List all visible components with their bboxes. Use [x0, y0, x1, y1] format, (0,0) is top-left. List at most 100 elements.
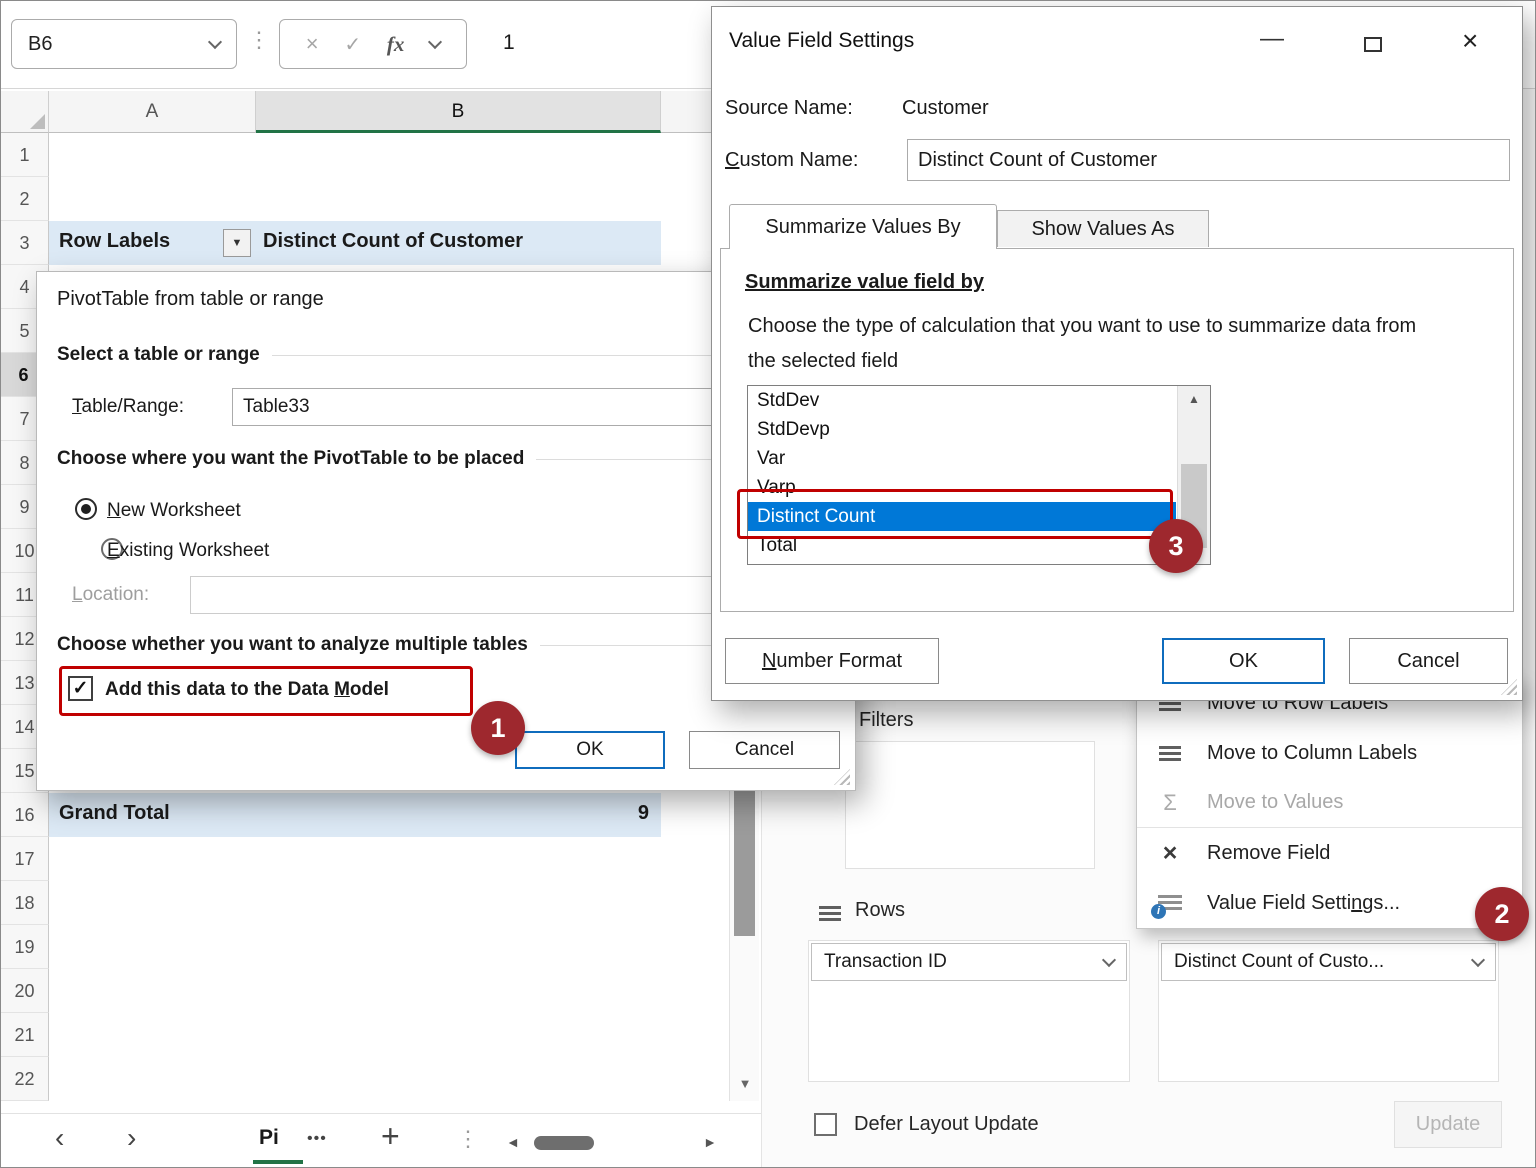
grand-total-value-cell[interactable]: 9 [638, 802, 649, 825]
more-sheets-icon[interactable]: ••• [307, 1130, 327, 1148]
formula-cancel-icon[interactable]: × [306, 31, 319, 57]
column-header-a[interactable]: A [49, 91, 256, 133]
pivottable-dialog-title: PivotTable from table or range [57, 288, 324, 311]
select-all-triangle-icon [30, 114, 45, 129]
ok-button[interactable]: OK [515, 731, 665, 769]
filters-drop-zone[interactable] [845, 741, 1095, 869]
source-name-label: Source Name: [725, 97, 853, 120]
new-worksheet-radio[interactable] [75, 498, 97, 520]
annotation-badge-3: 3 [1149, 519, 1203, 573]
cancel-button[interactable]: Cancel [689, 731, 840, 769]
row-header-19[interactable]: 19 [1, 925, 49, 969]
active-tab-underline [253, 1160, 303, 1164]
values-field-label: Distinct Count of Custo... [1174, 951, 1384, 973]
annotation-badge-1: 1 [471, 701, 525, 755]
columns-icon [1155, 746, 1185, 761]
defer-layout-label: Defer Layout Update [854, 1113, 1039, 1136]
values-drop-zone[interactable]: Distinct Count of Custo... [1158, 940, 1499, 1082]
column-header-b[interactable]: B [256, 91, 661, 133]
row-header-18[interactable]: 18 [1, 881, 49, 925]
horizontal-scrollbar-thumb[interactable] [534, 1136, 594, 1150]
tab-show-values-as[interactable]: Show Values As [997, 210, 1209, 247]
rows-drop-zone[interactable]: Transaction ID [808, 940, 1130, 1082]
location-label: Location: [72, 584, 149, 606]
menu-item-value-field-settings[interactable]: i Value Field Settings... [1137, 878, 1522, 928]
annotation-box-1 [59, 666, 473, 716]
formula-input-value[interactable]: 1 [503, 31, 515, 55]
row-header-17[interactable]: 17 [1, 837, 49, 881]
location-input[interactable] [190, 576, 714, 614]
bars-icon [1159, 746, 1181, 761]
custom-name-input[interactable] [907, 139, 1510, 181]
row-header-22[interactable]: 22 [1, 1057, 49, 1101]
menu-item-move-to-values[interactable]: Σ Move to Values [1137, 778, 1522, 828]
row-header-3[interactable]: 3 [1, 221, 49, 265]
scroll-up-icon[interactable]: ▲ [1178, 392, 1210, 406]
annotation-badge-2: 2 [1475, 887, 1529, 941]
maximize-icon[interactable] [1364, 37, 1382, 52]
menu-item-remove-field[interactable]: × Remove Field [1137, 828, 1522, 878]
list-item-var[interactable]: Var [748, 444, 1176, 473]
section-heading: Select a table or range [57, 344, 260, 366]
formula-controls: × ✓ fx [279, 19, 467, 69]
defer-layout-checkbox[interactable] [814, 1113, 837, 1136]
number-format-button[interactable]: Number Format [725, 638, 939, 684]
separator-dots-icon: ⋮ [248, 27, 270, 53]
row-header-21[interactable]: 21 [1, 1013, 49, 1057]
name-box-value: B6 [28, 33, 52, 56]
grand-total-label-cell[interactable]: Grand Total [59, 802, 170, 825]
row-header-2[interactable]: 2 [1, 177, 49, 221]
insert-function-icon[interactable]: fx [387, 32, 405, 57]
row-header-1[interactable]: 1 [1, 133, 49, 177]
ok-button[interactable]: OK [1162, 638, 1325, 684]
section-heading: Choose where you want the PivotTable to … [57, 448, 524, 470]
column-headers: A B [1, 91, 759, 133]
resize-grip-icon[interactable] [834, 769, 850, 785]
row-header-16[interactable]: 16 [1, 793, 49, 837]
table-icon: i [1158, 895, 1182, 911]
chevron-down-icon[interactable] [208, 35, 222, 49]
minimize-icon[interactable]: — [1260, 25, 1284, 53]
table-range-input[interactable] [232, 388, 724, 426]
scroll-down-icon[interactable]: ▼ [730, 1076, 760, 1091]
vfs-dialog-title: Value Field Settings [729, 29, 914, 53]
value-header-cell[interactable]: Distinct Count of Customer [263, 230, 523, 253]
vertical-scrollbar-thumb[interactable] [734, 773, 755, 936]
existing-worksheet-label[interactable]: Existing Worksheet [107, 540, 269, 562]
values-field-chip[interactable]: Distinct Count of Custo... [1161, 943, 1496, 981]
rows-field-label: Transaction ID [824, 951, 947, 973]
filters-area-label: Filters [859, 709, 913, 732]
summarize-tab-content: Summarize value field by Choose the type… [720, 248, 1514, 612]
field-context-menu: Move to Row Labels Move to Column Labels… [1136, 677, 1523, 929]
scroll-left-icon[interactable]: ◄ [506, 1134, 520, 1150]
summarize-description: Choose the type of calculation that you … [748, 309, 1418, 379]
menu-item-move-to-column-labels[interactable]: Move to Column Labels [1137, 728, 1522, 778]
next-sheet-icon[interactable]: › [127, 1122, 136, 1154]
scroll-right-icon[interactable]: ► [703, 1134, 717, 1150]
active-sheet-tab[interactable]: Pi [259, 1126, 279, 1150]
row-header-20[interactable]: 20 [1, 969, 49, 1013]
value-field-settings-dialog: Value Field Settings — × Source Name: Cu… [711, 6, 1523, 701]
rows-field-chip[interactable]: Transaction ID [811, 943, 1127, 981]
row-labels-filter-button[interactable]: ▼ [223, 229, 251, 257]
chevron-down-icon[interactable] [428, 35, 442, 49]
tab-summarize-values-by[interactable]: Summarize Values By [729, 204, 997, 249]
annotation-box-3 [737, 489, 1173, 539]
formula-enter-icon[interactable]: ✓ [344, 32, 361, 57]
filter-dropdown-icon: ▼ [232, 237, 243, 249]
name-box[interactable]: B6 [11, 19, 237, 69]
select-all-corner[interactable] [1, 91, 49, 133]
cancel-button[interactable]: Cancel [1349, 638, 1508, 684]
new-sheet-icon[interactable]: + [381, 1118, 400, 1155]
chevron-down-icon [1471, 953, 1485, 967]
new-worksheet-label[interactable]: New Worksheet [107, 500, 241, 522]
prev-sheet-icon[interactable]: ‹ [55, 1122, 64, 1154]
separator-dots-icon: ⋮ [457, 1126, 479, 1152]
menu-item-label: Move to Values [1207, 791, 1343, 814]
update-button[interactable]: Update [1394, 1101, 1502, 1148]
list-item-stddevp[interactable]: StdDevp [748, 415, 1176, 444]
list-item-stddev[interactable]: StdDev [748, 386, 1176, 415]
close-icon[interactable]: × [1462, 25, 1478, 57]
row-labels-header-cell[interactable]: Row Labels [59, 230, 170, 253]
horizontal-scrollbar[interactable]: ◄ ► [506, 1130, 721, 1156]
